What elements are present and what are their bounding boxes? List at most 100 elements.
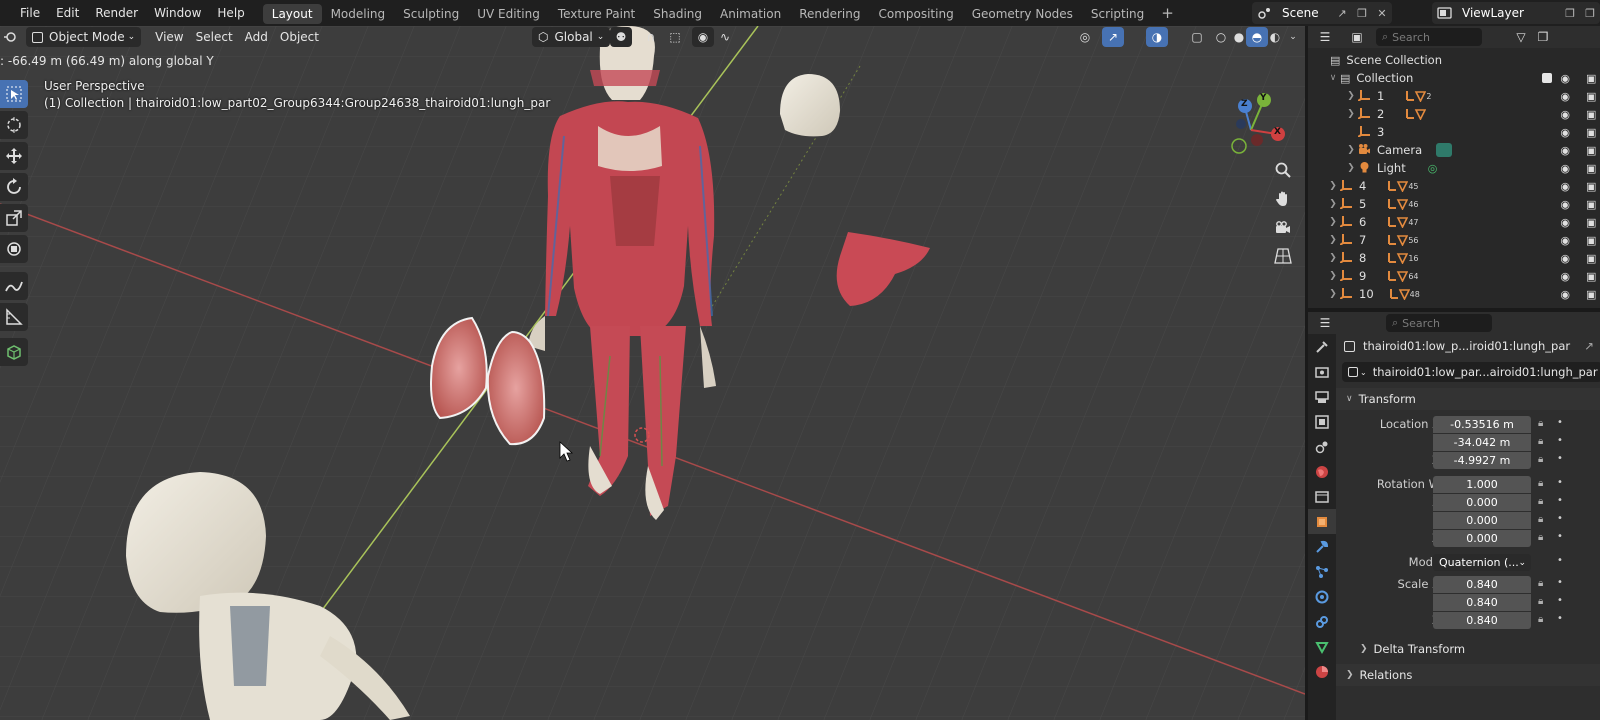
view-menu[interactable]: View	[149, 27, 189, 47]
keyframe-dot-icon[interactable]: •	[1557, 453, 1563, 464]
chevron-right-icon[interactable]: ❯	[1326, 235, 1340, 245]
chevron-right-icon[interactable]: ❯	[1344, 91, 1358, 101]
child-objects-icon[interactable]: 45	[1386, 180, 1419, 192]
outliner-item[interactable]: ❯ 7 56 ◉ ▣	[1308, 231, 1600, 249]
chevron-right-icon[interactable]: ❯	[1326, 217, 1340, 227]
child-objects-icon[interactable]: 2	[1404, 90, 1431, 102]
object-menu[interactable]: Object	[274, 27, 325, 47]
scene-name[interactable]: Scene	[1278, 6, 1332, 20]
move-tool[interactable]	[0, 142, 28, 170]
tab-sculpting[interactable]: Sculpting	[394, 4, 468, 24]
tab-uv-editing[interactable]: UV Editing	[468, 4, 549, 24]
annotate-tool[interactable]	[0, 272, 28, 300]
eye-icon[interactable]: ◉	[1560, 198, 1570, 211]
outliner-scene-collection[interactable]: ▤ Scene Collection	[1308, 51, 1600, 69]
properties-editor-icon[interactable]: ☰	[1314, 313, 1336, 333]
render-visibility-icon[interactable]: ▣	[1586, 198, 1600, 211]
chevron-right-icon[interactable]: ❯	[1326, 253, 1340, 263]
location-x-field[interactable]: -0.53516 m	[1433, 416, 1531, 433]
select-box-tool[interactable]	[0, 80, 28, 108]
proportional-edit-icon[interactable]: ◉	[692, 27, 714, 47]
eye-icon[interactable]: ◉	[1560, 90, 1570, 103]
delta-transform-panel-header[interactable]: ❯ Delta Transform	[1336, 638, 1600, 660]
pin-icon[interactable]: ↗	[1584, 339, 1594, 353]
tab-compositing[interactable]: Compositing	[869, 4, 962, 24]
view-layer-selector[interactable]: ViewLayer ❐ ❐	[1432, 2, 1600, 24]
snap-target-icon[interactable]: ⬚	[664, 27, 686, 47]
transform-panel-header[interactable]: ∨ Transform	[1336, 388, 1600, 410]
collection-tab-icon[interactable]	[1308, 484, 1336, 509]
tab-shading[interactable]: Shading	[644, 4, 711, 24]
measure-tool[interactable]	[0, 303, 28, 331]
chevron-right-icon[interactable]: ❯	[1344, 145, 1358, 155]
add-cube-tool[interactable]	[0, 338, 28, 366]
child-objects-icon[interactable]: 64	[1386, 270, 1419, 282]
keyframe-dot-icon[interactable]: •	[1557, 613, 1563, 624]
perspective-toggle-icon[interactable]	[1269, 242, 1297, 270]
transform-orientation-dropdown[interactable]: ⬡ Global ⌄	[532, 27, 611, 47]
visibility-icon[interactable]: ◎	[1074, 27, 1096, 47]
properties-search-input[interactable]: ⌕ Search	[1386, 314, 1492, 332]
eye-icon[interactable]: ◉	[1560, 108, 1570, 121]
menu-edit[interactable]: Edit	[48, 0, 87, 26]
tab-scripting[interactable]: Scripting	[1082, 4, 1153, 24]
child-objects-icon[interactable]: 46	[1386, 198, 1419, 210]
keyframe-dot-icon[interactable]: •	[1557, 417, 1563, 428]
child-objects-icon[interactable]: 56	[1386, 234, 1419, 246]
keyframe-dot-icon[interactable]: •	[1557, 595, 1563, 606]
lock-icon[interactable]: 🔒︎	[1538, 578, 1543, 589]
child-objects-icon[interactable]: 47	[1386, 216, 1419, 228]
outliner-item[interactable]: 3 ◉ ▣	[1308, 123, 1600, 141]
menu-help[interactable]: Help	[209, 0, 252, 26]
tab-geometry-nodes[interactable]: Geometry Nodes	[963, 4, 1082, 24]
rotation-z-field[interactable]: 0.000	[1433, 530, 1531, 547]
tab-rendering[interactable]: Rendering	[790, 4, 869, 24]
render-visibility-icon[interactable]: ▣	[1586, 108, 1600, 121]
lock-icon[interactable]: 🔒︎	[1538, 454, 1543, 465]
eye-icon[interactable]: ◉	[1560, 288, 1570, 301]
rotate-tool[interactable]	[0, 173, 28, 201]
shading-options-icon[interactable]: ⌄	[1282, 27, 1304, 47]
object-name-value[interactable]: thairoid01:low_par...airoid01:lungh_par	[1373, 365, 1598, 379]
keyframe-dot-icon[interactable]: •	[1557, 531, 1563, 542]
tab-layout[interactable]: Layout	[262, 3, 322, 24]
render-visibility-icon[interactable]: ▣	[1586, 288, 1600, 301]
overlays-toggle-icon[interactable]: ◑	[1146, 27, 1168, 47]
pin-icon[interactable]: ↗	[1332, 2, 1352, 24]
rotation-mode-dropdown[interactable]: Quaternion (... ⌄	[1433, 554, 1531, 571]
render-visibility-icon[interactable]: ▣	[1586, 252, 1600, 265]
keyframe-dot-icon[interactable]: •	[1557, 513, 1563, 524]
chevron-right-icon[interactable]: ❯	[1326, 271, 1340, 281]
menu-file[interactable]: File	[12, 0, 48, 26]
rotation-w-field[interactable]: 1.000	[1433, 476, 1531, 493]
outliner-item[interactable]: ❯ 9 64 ◉ ▣	[1308, 267, 1600, 285]
chevron-right-icon[interactable]: ❯	[1326, 181, 1340, 191]
xray-icon[interactable]: ▢	[1186, 27, 1208, 47]
data-tab-icon[interactable]	[1308, 634, 1336, 659]
object-mode-dropdown[interactable]: Object Mode ⌄	[26, 27, 142, 47]
output-tab-icon[interactable]	[1308, 384, 1336, 409]
outliner-item[interactable]: ❯ 1 2 ◉ ▣	[1308, 87, 1600, 105]
particles-tab-icon[interactable]	[1308, 559, 1336, 584]
duplicate-layer-icon[interactable]: ❐	[1560, 2, 1580, 24]
rotation-y-field[interactable]: 0.000	[1433, 512, 1531, 529]
outliner-item[interactable]: ❯ 4 45 ◉ ▣	[1308, 177, 1600, 195]
transform-tool[interactable]	[0, 235, 28, 263]
scale-z-field[interactable]: 0.840	[1433, 612, 1531, 629]
outliner-item[interactable]: ❯ 5 46 ◉ ▣	[1308, 195, 1600, 213]
light-data-icon[interactable]: ◎	[1428, 162, 1438, 175]
location-z-field[interactable]: -4.9927 m	[1433, 452, 1531, 469]
material-tab-icon[interactable]	[1308, 659, 1336, 684]
keyframe-dot-icon[interactable]: •	[1557, 495, 1563, 506]
child-objects-icon[interactable]: 16	[1386, 252, 1419, 264]
menu-window[interactable]: Window	[146, 0, 209, 26]
chevron-right-icon[interactable]: ❯	[1326, 289, 1340, 299]
outliner-item[interactable]: ❯ Light ◎ ◉ ▣	[1308, 159, 1600, 177]
render-visibility-icon[interactable]: ▣	[1586, 144, 1600, 157]
object-browse-icon[interactable]: ⌄	[1342, 367, 1373, 377]
scale-y-field[interactable]: 0.840	[1433, 594, 1531, 611]
outliner-item[interactable]: ❯ 8 16 ◉ ▣	[1308, 249, 1600, 267]
render-tab-icon[interactable]	[1308, 359, 1336, 384]
lock-icon[interactable]: 🔒︎	[1538, 596, 1543, 607]
render-visibility-icon[interactable]: ▣	[1586, 162, 1600, 175]
